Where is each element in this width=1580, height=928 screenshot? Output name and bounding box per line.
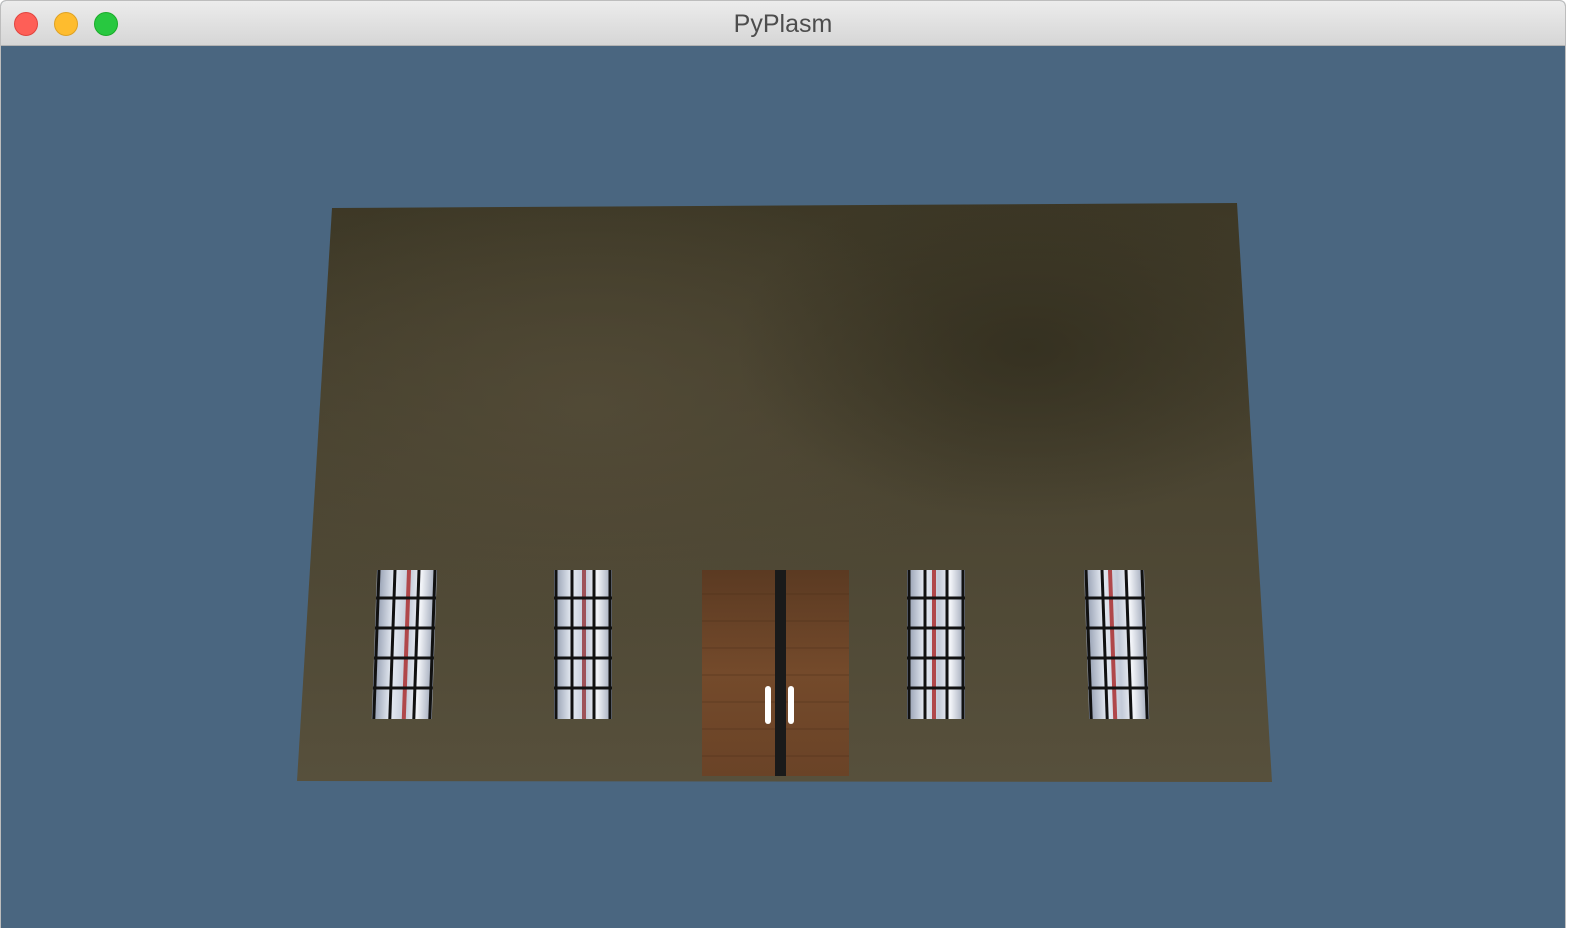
window-2: [554, 570, 612, 719]
door-handle-right: [788, 686, 794, 724]
door-divider: [775, 570, 786, 776]
window-1: [371, 570, 437, 719]
3d-viewport[interactable]: [1, 46, 1565, 928]
window-3: [907, 570, 965, 719]
title-bar[interactable]: PyPlasm: [1, 1, 1565, 46]
scene-canvas: [297, 203, 1272, 782]
app-window: PyPlasm: [0, 0, 1566, 928]
double-door: [702, 570, 849, 776]
window-4: [1084, 570, 1150, 719]
window-title: PyPlasm: [733, 10, 833, 38]
door-handle-left: [765, 686, 771, 724]
